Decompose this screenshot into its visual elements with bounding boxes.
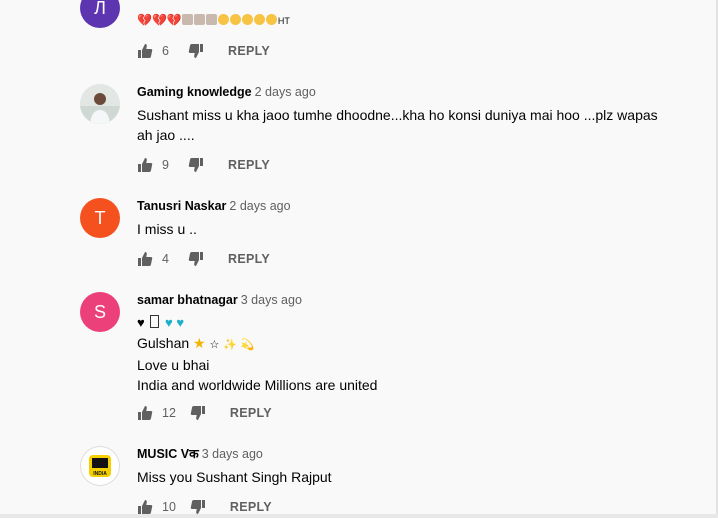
- avatar[interactable]: S: [80, 292, 120, 332]
- couple-icon: [181, 14, 193, 25]
- cyan-heart-icon: ♥: [176, 315, 185, 330]
- avatar-letter: S: [93, 301, 106, 322]
- comment-actions: 6 REPLY: [137, 41, 270, 61]
- avatar[interactable]: T: [80, 198, 120, 238]
- user-photo-icon: [80, 84, 120, 124]
- like-count: 10: [162, 500, 176, 514]
- comment-text: ♥ ♥ ♥ Gulshan ★ ☆ ✨ 💫 Love u bhai India …: [137, 313, 700, 395]
- comment-text: I miss u ..: [137, 221, 197, 237]
- like-icon[interactable]: [137, 405, 153, 421]
- comment-text-line: Gulshan ★ ☆ ✨ 💫: [137, 335, 255, 351]
- avatar[interactable]: Л: [80, 0, 120, 28]
- star-icon: ★: [193, 335, 206, 351]
- cyan-heart-icon: ♥: [164, 315, 173, 330]
- broken-heart-icon: 💔💔💔: [137, 13, 182, 27]
- author-name[interactable]: samar bhatnagar: [137, 293, 238, 307]
- reply-button[interactable]: REPLY: [228, 44, 270, 58]
- comment-header: MUSIC Vक 3 days ago: [137, 446, 700, 462]
- like-count: 6: [162, 44, 169, 58]
- emoji-line: ♥ ♥ ♥: [137, 313, 700, 333]
- comment-text-line: India and worldwide Millions are united: [137, 377, 378, 393]
- sad-face-icon: [229, 14, 241, 25]
- sparkle-icon: ✨: [223, 339, 237, 351]
- dizzy-icon: 💫: [240, 339, 255, 351]
- dislike-icon[interactable]: [188, 43, 204, 59]
- comment-text-line: Love u bhai: [137, 357, 210, 373]
- sad-face-icon: [241, 14, 253, 25]
- comment-header: Gaming knowledge 2 days ago: [137, 84, 700, 100]
- like-icon[interactable]: [137, 251, 153, 267]
- couple-icon: [193, 14, 205, 25]
- author-name[interactable]: Gaming knowledge: [137, 85, 252, 99]
- sad-face-icon: [217, 14, 229, 25]
- comment-actions: 9 REPLY: [137, 155, 270, 175]
- comment-time[interactable]: 2 days ago: [229, 199, 290, 213]
- comment-text-suffix: HT: [277, 16, 290, 26]
- like-icon[interactable]: [137, 499, 153, 515]
- reply-button[interactable]: REPLY: [228, 252, 270, 266]
- comment-actions: 4 REPLY: [137, 249, 270, 269]
- avatar[interactable]: [80, 84, 120, 124]
- couple-icon: [205, 14, 217, 25]
- bottom-divider: [0, 514, 718, 518]
- dislike-icon[interactable]: [188, 251, 204, 267]
- missing-glyph-icon: [150, 315, 160, 328]
- comment-text-line: ah jao ....: [137, 127, 195, 143]
- avatar-letter: T: [94, 207, 106, 228]
- author-name[interactable]: MUSIC Vक: [137, 447, 199, 461]
- black-heart-icon: ♥: [137, 315, 145, 330]
- comment-time[interactable]: 2 days ago: [255, 85, 316, 99]
- comment-text-line: Sushant miss u kha jaoo tumhe dhoodne...…: [137, 107, 658, 123]
- dislike-icon[interactable]: [190, 499, 206, 515]
- avatar-letter: Л: [94, 0, 106, 18]
- reply-button[interactable]: REPLY: [230, 406, 272, 420]
- comment-actions: 12 REPLY: [137, 403, 272, 423]
- music-logo-icon: INDIA: [82, 448, 118, 484]
- author-name[interactable]: Tanusri Naskar: [137, 199, 226, 213]
- sad-face-icon: [265, 14, 277, 25]
- comment-time[interactable]: 3 days ago: [241, 293, 302, 307]
- dislike-icon[interactable]: [188, 157, 204, 173]
- comment-text: Sushant miss u kha jaoo tumhe dhoodne...…: [137, 105, 700, 145]
- reply-button[interactable]: REPLY: [228, 158, 270, 172]
- white-star-icon: ☆: [209, 339, 220, 351]
- comment-header: Tanusri Naskar 2 days ago: [137, 198, 700, 214]
- avatar[interactable]: INDIA: [80, 446, 120, 486]
- comment-time[interactable]: 3 days ago: [202, 447, 263, 461]
- sad-face-icon: [253, 14, 265, 25]
- dislike-icon[interactable]: [190, 405, 206, 421]
- like-icon[interactable]: [137, 157, 153, 173]
- comment-text: 💔💔💔 HT: [137, 11, 290, 30]
- avatar-text: INDIA: [93, 471, 107, 477]
- like-count: 4: [162, 252, 169, 266]
- comment-text: Miss you Sushant Singh Rajput: [137, 469, 332, 485]
- reply-button[interactable]: REPLY: [230, 500, 272, 514]
- comment-header: samar bhatnagar 3 days ago: [137, 292, 700, 308]
- like-count: 9: [162, 158, 169, 172]
- like-count: 12: [162, 406, 176, 420]
- like-icon[interactable]: [137, 43, 153, 59]
